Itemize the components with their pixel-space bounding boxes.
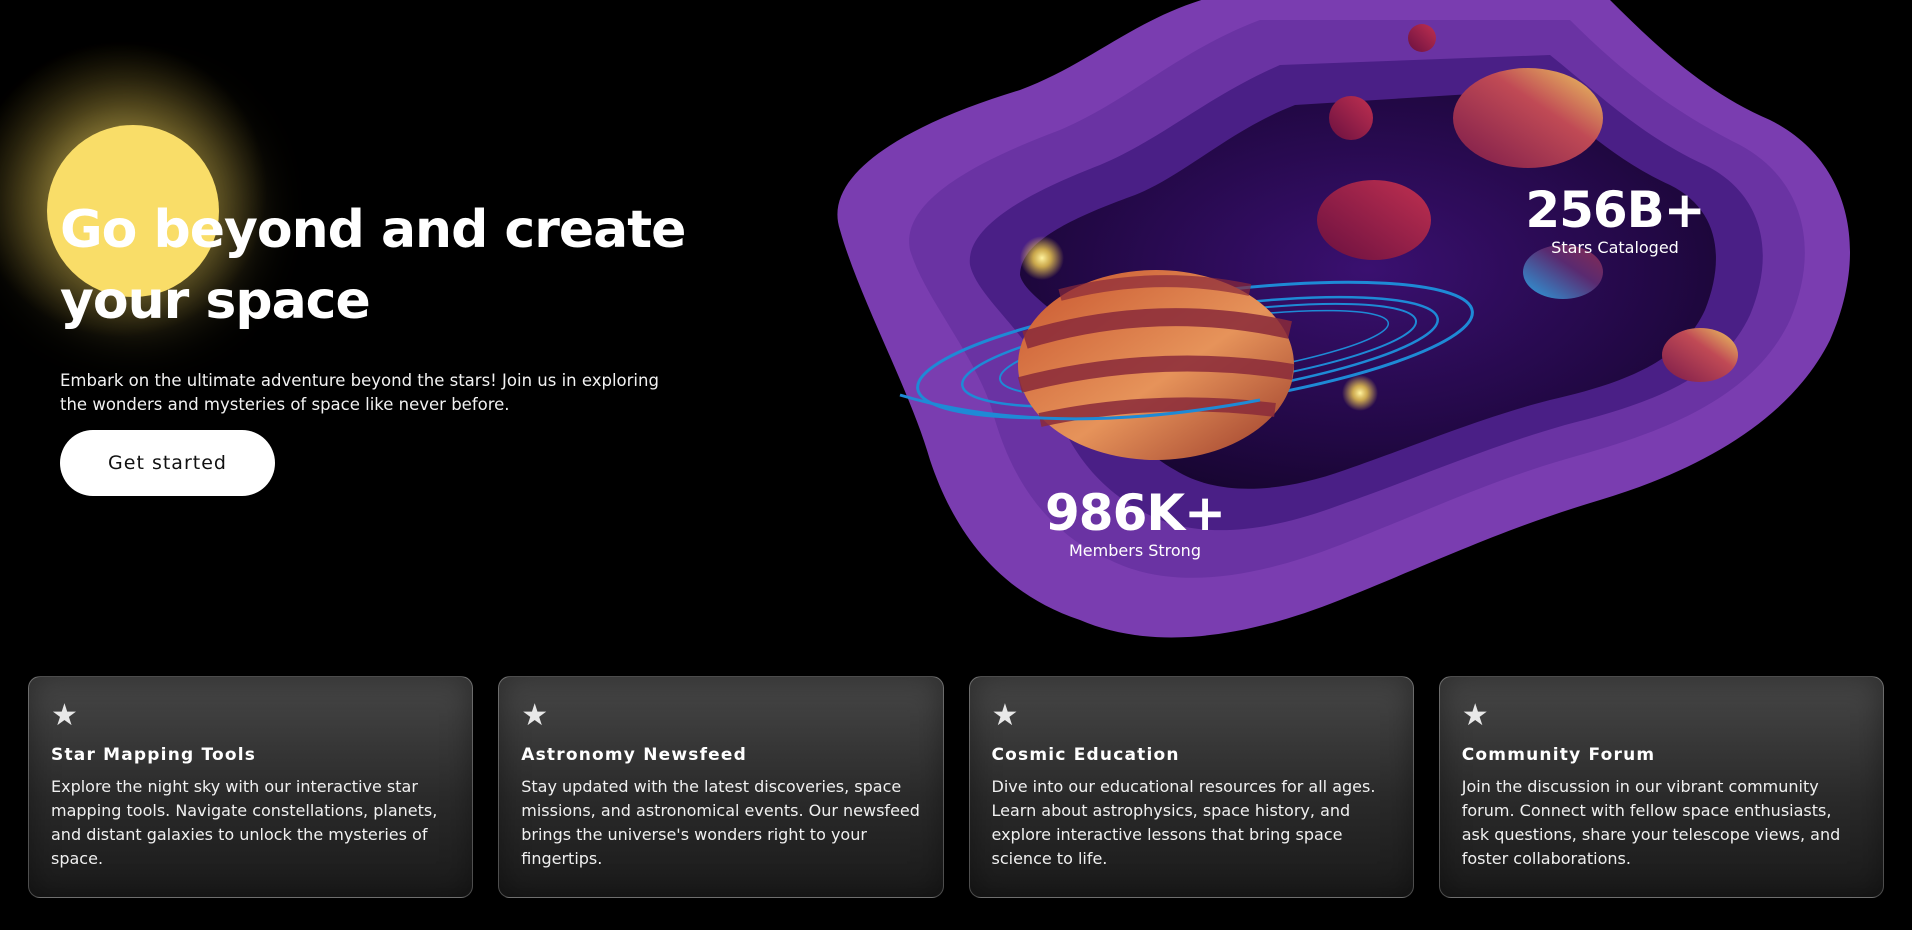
get-started-button[interactable]: Get started <box>60 430 275 496</box>
stat-members-label: Members Strong <box>1069 541 1201 560</box>
feature-title: Astronomy Newsfeed <box>521 745 748 765</box>
feature-text: Join the discussion in our vibrant commu… <box>1461 777 1841 868</box>
planet-yellow-large <box>1453 68 1603 168</box>
star-icon: ★ <box>51 698 78 733</box>
feature-title: Star Mapping Tools <box>51 745 257 765</box>
hero-title: Go beyond and create your space <box>60 195 700 337</box>
feature-text: Explore the night sky with our interacti… <box>51 777 438 868</box>
feature-cards: ★ Star Mapping Tools Explore the night s… <box>28 676 1884 898</box>
hero-title-line2: your space <box>60 271 371 331</box>
feature-card-star-mapping[interactable]: ★ Star Mapping Tools Explore the night s… <box>28 676 474 898</box>
glow-star-2 <box>1342 375 1378 411</box>
hero-subtitle: Embark on the ultimate adventure beyond … <box>60 371 659 414</box>
feature-text: Dive into our educational resources for … <box>991 777 1376 868</box>
feature-card-education[interactable]: ★ Cosmic Education Dive into our educati… <box>968 676 1414 898</box>
feature-title: Cosmic Education <box>991 745 1180 765</box>
planet-red-large <box>1317 180 1431 260</box>
planet-small-top <box>1408 24 1436 52</box>
space-illustration <box>837 0 1850 638</box>
feature-card-newsfeed[interactable]: ★ Astronomy Newsfeed Stay updated with t… <box>498 676 944 898</box>
stat-stars-cataloged: 256B+ Stars Cataloged <box>1500 182 1730 258</box>
planet-yellow-small <box>1662 328 1738 382</box>
feature-title: Community Forum <box>1461 745 1656 765</box>
stat-members-value: 986K+ <box>1044 484 1226 542</box>
stat-stars-value: 256B+ <box>1525 181 1705 239</box>
star-icon: ★ <box>991 698 1019 733</box>
planet-small-mid <box>1329 96 1373 140</box>
feature-card-community[interactable]: ★ Community Forum Join the discussion in… <box>1438 676 1884 898</box>
hero-title-line1: Go beyond and create <box>60 200 686 260</box>
stat-members-strong: 986K+ Members Strong <box>1020 485 1250 561</box>
landing-page: Go beyond and create your space Embark o… <box>0 0 1912 930</box>
glow-star-1 <box>1020 236 1064 280</box>
star-icon: ★ <box>1461 698 1489 733</box>
feature-text: Stay updated with the latest discoveries… <box>521 777 920 868</box>
star-icon: ★ <box>521 698 549 733</box>
stat-stars-label: Stars Cataloged <box>1551 238 1679 257</box>
hero-section: Go beyond and create your space Embark o… <box>60 195 700 417</box>
ringed-planet <box>1018 270 1295 460</box>
